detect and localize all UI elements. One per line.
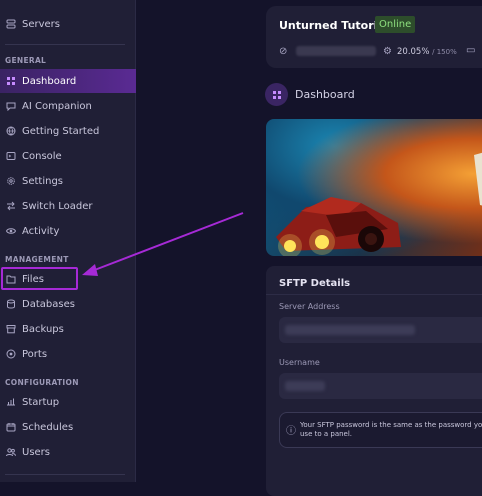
sidebar-item-label: Getting Started [22,125,100,137]
sidebar-item-label: Startup [22,396,60,408]
username-label: Username [279,358,320,367]
sidebar-item-label: Schedules [22,421,74,433]
sidebar-item-label: Settings [22,175,64,187]
sidebar-item-label: Console [22,150,62,162]
files-highlight-box [1,267,78,290]
sidebar-item-activity[interactable]: Activity [0,219,136,243]
server-address-label: Server Address [279,302,340,311]
users-icon [6,447,16,457]
game-banner-image [266,119,482,256]
sidebar-divider [5,44,125,45]
sidebar-item-label: Servers [22,18,61,30]
servers-icon [6,19,16,29]
sidebar-item-servers[interactable]: Servers [0,12,136,36]
username-field[interactable] [279,373,482,399]
switch-arrows-icon [6,201,16,211]
sidebar-item-label: Databases [22,298,75,310]
memory-icon: ▭ [466,45,476,56]
sidebar-item-ai-companion[interactable]: AI Companion [0,94,136,118]
sftp-title: SFTP Details [279,278,351,289]
sidebar-item-label: Ports [22,348,48,360]
section-heading-configuration: CONFIGURATION [5,378,79,387]
address-icon: ⊘ [279,46,288,57]
page-title: Dashboard [295,88,355,101]
chat-bubble-icon [6,101,16,111]
dashboard-heading-icon [265,83,288,106]
sidebar-item-ports[interactable]: Ports [0,342,136,366]
sidebar-item-settings[interactable]: Settings [0,169,136,193]
globe-icon [6,126,16,136]
cpu-usage: 20.05% / 150% [397,47,457,57]
network-icon [6,349,16,359]
sidebar-divider [5,474,125,475]
cpu-value: 20.05% [397,47,430,57]
redacted-value [285,325,415,335]
sidebar: Servers GENERAL Dashboard AI Companion G… [0,0,136,482]
startup-icon [6,397,16,407]
sidebar-item-backups[interactable]: Backups [0,317,136,341]
status-badge: Online [375,16,416,33]
server-address-field[interactable] [279,317,482,343]
calendar-icon [6,422,16,432]
sftp-password-info: ⓘ Your SFTP password is the same as the … [279,412,482,448]
info-icon: ⓘ [286,426,296,437]
cpu-limit: / 150% [432,48,457,56]
sidebar-item-startup[interactable]: Startup [0,390,136,414]
sidebar-item-dashboard[interactable]: Dashboard [0,69,136,93]
sidebar-item-label: Dashboard [22,75,77,87]
sidebar-item-label: Users [22,446,51,458]
sidebar-item-label: Backups [22,323,64,335]
sidebar-item-label: AI Companion [22,100,92,112]
section-heading-management: MANAGEMENT [5,255,69,264]
gear-icon [6,176,16,186]
section-heading-general: GENERAL [5,56,47,65]
vehicle-illustration [276,152,482,256]
divider [266,294,482,295]
redacted-value [285,381,325,391]
sftp-details-card: SFTP Details Server Address Username ⓘ Y… [266,266,482,496]
archive-icon [6,324,16,334]
info-text: Your SFTP password is the same as the pa… [300,421,482,438]
sidebar-item-schedules[interactable]: Schedules [0,415,136,439]
server-address-redacted [296,46,376,56]
sidebar-item-databases[interactable]: Databases [0,292,136,316]
sidebar-item-getting-started[interactable]: Getting Started [0,119,136,143]
sidebar-item-switch-loader[interactable]: Switch Loader [0,194,136,218]
sidebar-item-console[interactable]: Console [0,144,136,168]
sidebar-item-users[interactable]: Users [0,440,136,464]
sidebar-item-label: Switch Loader [22,200,93,212]
dashboard-icon [6,76,16,86]
terminal-icon [6,151,16,161]
database-icon [6,299,16,309]
server-card: Unturned Tutorials Online ⊘ ⚙ 20.05% / 1… [266,6,482,68]
sidebar-item-label: Activity [22,225,60,237]
cpu-icon: ⚙ [383,46,392,57]
eye-icon [6,226,16,236]
